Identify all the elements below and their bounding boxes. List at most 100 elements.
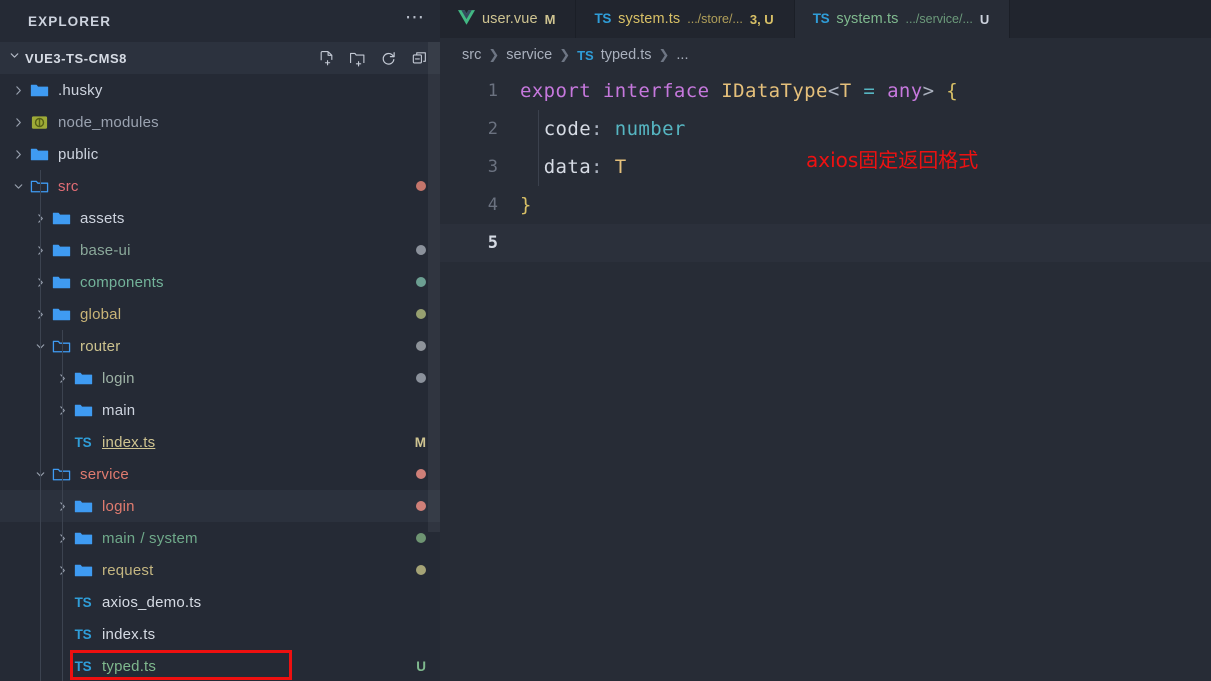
typescript-icon: TS (577, 47, 594, 63)
collapse-all-icon[interactable] (411, 50, 428, 67)
git-status-dot (416, 245, 426, 255)
tree-item-index-ts[interactable]: TS index.ts M (0, 426, 440, 458)
tree-item-src[interactable]: src (0, 170, 440, 202)
folder-icon (71, 497, 95, 516)
typescript-icon: TS (812, 11, 830, 26)
git-status-dot (416, 469, 426, 479)
chevron-down-icon[interactable] (8, 49, 21, 67)
line-number: 4 (487, 195, 498, 215)
editor-tab-bar[interactable]: user.vue M TS system.ts .../store/... 3, U TS s… (440, 0, 1211, 38)
folder-open-icon (49, 337, 73, 356)
refresh-icon[interactable] (380, 50, 397, 67)
git-status-dot (416, 501, 426, 511)
chevron-right-icon: ❯ (658, 47, 670, 62)
git-status-dot (416, 277, 426, 287)
chevron-right-icon[interactable] (10, 82, 27, 99)
tree-item-components[interactable]: components (0, 266, 440, 298)
chevron-down-icon[interactable] (10, 178, 27, 195)
line-number: 3 (487, 157, 498, 177)
explorer-actions (318, 50, 428, 67)
tab-status-badge: U (979, 11, 990, 27)
chevron-right-icon[interactable] (10, 146, 27, 163)
tree-item-label: service (80, 465, 129, 483)
code-line[interactable]: 5 (440, 224, 1211, 262)
tree-item-request[interactable]: request (0, 554, 440, 586)
explorer-root-folder[interactable]: VUE3-TS-CMS8 (0, 42, 440, 74)
tree-item-assets[interactable]: assets (0, 202, 440, 234)
breadcrumb-item[interactable]: typed.ts (601, 47, 652, 63)
line-number: 2 (487, 119, 498, 139)
sidebar-scrollbar[interactable] (428, 42, 440, 532)
breadcrumb-item[interactable]: ... (676, 47, 688, 63)
folder-icon (71, 401, 95, 420)
indent-guide (62, 330, 63, 458)
breadcrumb-item[interactable]: service (506, 47, 552, 63)
code-token: code (543, 118, 592, 140)
git-status-dot (416, 565, 426, 575)
code-token: : (591, 156, 603, 178)
code-line[interactable]: 2 code: number (440, 110, 1211, 148)
tree-item-service[interactable]: service (0, 458, 440, 490)
breadcrumb-item[interactable]: src (462, 47, 481, 63)
tree-item-label: components (80, 273, 164, 291)
tree-item-main[interactable]: main (0, 394, 440, 426)
tab-status-badge: 3, U (749, 11, 774, 27)
folder-icon (71, 529, 95, 548)
code-token: any (887, 80, 923, 102)
tree-item-label: main (102, 401, 136, 419)
chevron-right-icon[interactable] (10, 114, 27, 131)
indent-guide (62, 458, 63, 681)
chevron-right-icon: ❯ (559, 47, 571, 62)
tree-item-label: public (58, 145, 99, 163)
new-file-icon[interactable] (318, 50, 335, 67)
tree-item-typed-ts[interactable]: TS typed.ts U (0, 650, 440, 681)
chevron-right-icon: ❯ (488, 47, 500, 62)
ellipsis-icon[interactable]: ⋯ (405, 8, 426, 29)
code-line[interactable]: 1 export interface IDataType<T = any> { (440, 72, 1211, 110)
tree-item-login[interactable]: login (0, 490, 440, 522)
editor-tab-system-ts[interactable]: TS system.ts .../store/... 3, U (576, 0, 795, 38)
git-status-dot (416, 341, 426, 351)
folder-open-icon (49, 465, 73, 484)
tree-item-husky[interactable]: .husky (0, 74, 440, 106)
code-line[interactable]: 4} (440, 186, 1211, 224)
tree-item-label: .husky (58, 81, 103, 99)
code-token: number (614, 118, 686, 140)
tree-item-label: index.ts (102, 625, 156, 643)
tree-item-node-modules[interactable]: node_modules (0, 106, 440, 138)
tree-item-axios-demo-ts[interactable]: TS axios_demo.ts (0, 586, 440, 618)
breadcrumb[interactable]: src ❯ service ❯ TS typed.ts ❯... (440, 38, 1211, 72)
git-status-dot (416, 373, 426, 383)
tree-item-login[interactable]: login (0, 362, 440, 394)
tree-item-main[interactable]: main / system (0, 522, 440, 554)
code-text: code: number (520, 118, 686, 140)
editor-tab-user-vue[interactable]: user.vue M (440, 0, 577, 38)
tree-item-public[interactable]: public (0, 138, 440, 170)
tree-item-label: assets (80, 209, 125, 227)
code-token: export (520, 80, 592, 102)
file-tree[interactable]: .husky node_modulespublic src assets base-ui… (0, 74, 440, 681)
tree-item-global[interactable]: global (0, 298, 440, 330)
git-status-dot (416, 533, 426, 543)
tab-status-badge: M (544, 11, 556, 27)
tree-item-router[interactable]: router (0, 330, 440, 362)
tree-item-base-ui[interactable]: base-ui (0, 234, 440, 266)
editor-tab-system-ts[interactable]: TS system.ts .../service/... U (794, 0, 1011, 38)
vue-logo-icon (458, 9, 475, 29)
new-folder-icon[interactable] (349, 50, 366, 67)
tree-item-index-ts[interactable]: TS index.ts (0, 618, 440, 650)
